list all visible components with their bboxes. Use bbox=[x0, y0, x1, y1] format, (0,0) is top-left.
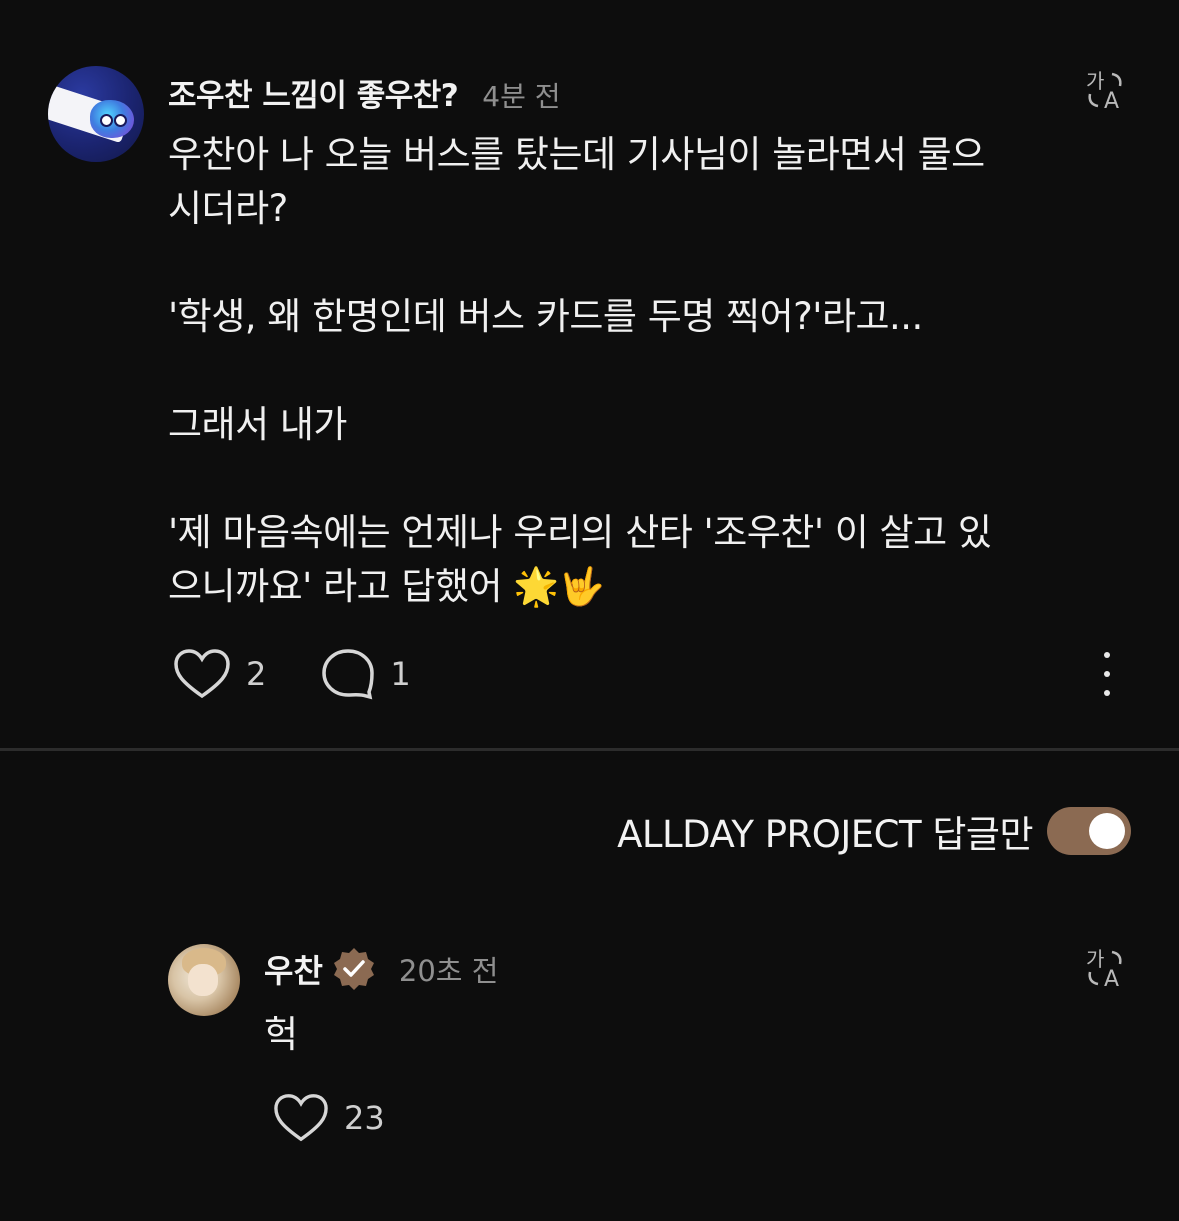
post-body-line: 시더라? bbox=[168, 187, 288, 230]
reply-author-avatar[interactable] bbox=[168, 944, 240, 1016]
post-header: 조우찬 느낌이 좋우찬? 4분 전 bbox=[168, 70, 561, 114]
divider bbox=[0, 748, 1179, 751]
more-icon[interactable] bbox=[1090, 652, 1124, 696]
post-username[interactable]: 조우찬 느낌이 좋우찬? bbox=[168, 70, 459, 115]
post-body-line: 우찬아 나 오늘 버스를 탔는데 기사님이 놀라면서 물으 bbox=[168, 133, 985, 176]
reply-timestamp: 20초 전 bbox=[398, 954, 499, 988]
avatar-eye-right bbox=[114, 114, 127, 127]
avatar-eye-left bbox=[100, 114, 113, 127]
reply-username[interactable]: 우찬 bbox=[264, 946, 323, 992]
reply-body: 헉 bbox=[264, 1013, 299, 1056]
comment-count: 1 bbox=[390, 655, 411, 693]
post-body-line: '학생, 왜 한명인데 버스 카드를 두명 찍어?'라고... bbox=[168, 295, 923, 338]
heart-icon[interactable] bbox=[172, 646, 232, 702]
svg-text:가: 가 bbox=[1086, 69, 1104, 93]
post-body-line: '제 마음속에는 언제나 우리의 산타 '조우찬' 이 살고 있 bbox=[168, 511, 992, 554]
post-timestamp: 4분 전 bbox=[482, 80, 561, 113]
reply-like-count: 23 bbox=[344, 1099, 385, 1137]
translate-icon[interactable]: 가 A bbox=[1084, 946, 1128, 990]
post: 조우찬 느낌이 좋우찬? 4분 전 가 A 우찬아 나 오늘 버스를 탔는데 기… bbox=[0, 0, 1179, 748]
translate-icon[interactable]: 가 A bbox=[1084, 68, 1128, 112]
filter-toggle[interactable] bbox=[1047, 807, 1131, 855]
post-body: 우찬아 나 오늘 버스를 탔는데 기사님이 놀라면서 물으 시더라? '학생, … bbox=[168, 128, 1048, 614]
heart-icon[interactable] bbox=[272, 1091, 330, 1145]
post-actions: 2 1 bbox=[172, 644, 411, 704]
comment-icon[interactable] bbox=[320, 646, 376, 702]
svg-text:A: A bbox=[1104, 89, 1119, 112]
post-body-line: 그래서 내가 bbox=[168, 403, 347, 446]
reply-header: 우찬 20초 전 bbox=[264, 944, 498, 994]
filter-label: ALLDAY PROJECT 답글만 bbox=[617, 813, 1033, 856]
verified-badge-icon bbox=[333, 948, 374, 990]
like-count: 2 bbox=[246, 655, 267, 693]
avatar-face bbox=[188, 964, 218, 996]
svg-text:가: 가 bbox=[1086, 947, 1104, 971]
toggle-knob bbox=[1089, 813, 1125, 849]
svg-text:A: A bbox=[1104, 967, 1119, 990]
post-author-avatar[interactable] bbox=[48, 66, 144, 162]
reply-actions: 23 bbox=[272, 1088, 385, 1148]
artist-reply-filter: ALLDAY PROJECT 답글만 bbox=[617, 805, 1131, 857]
post-body-line: 으니까요' 라고 답했어 🌟🤟 bbox=[168, 565, 605, 608]
